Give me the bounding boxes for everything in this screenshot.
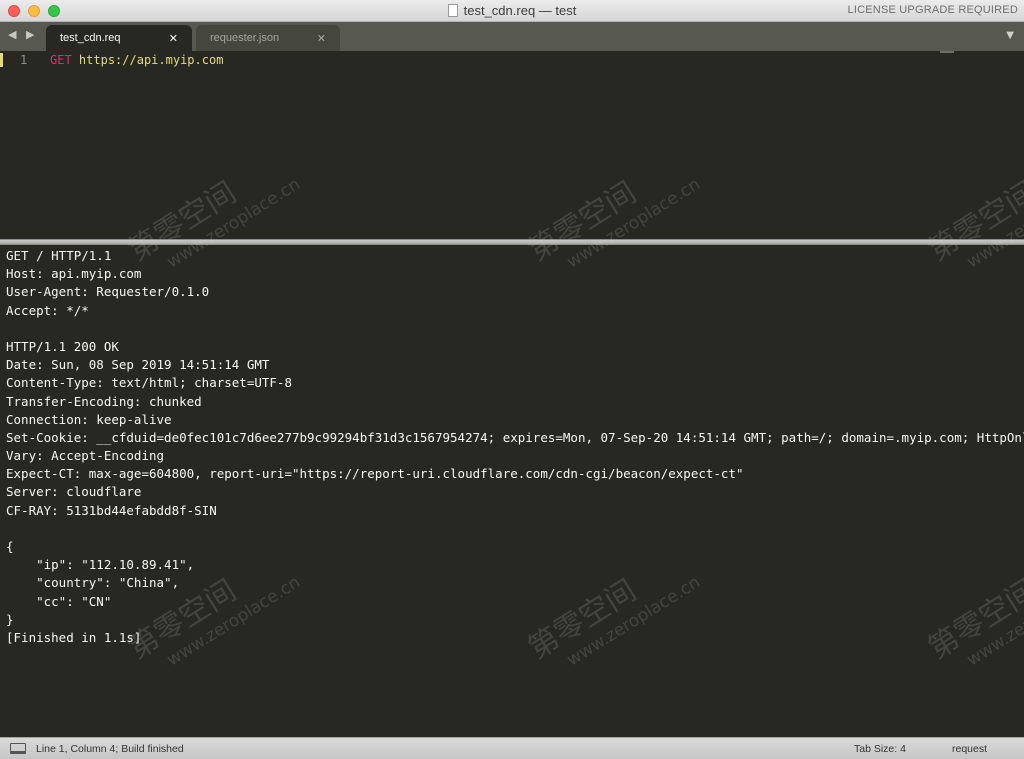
close-icon[interactable]: ✕ — [169, 32, 178, 45]
status-tab-size[interactable]: Tab Size: 4 — [854, 743, 906, 755]
output-line: "cc": "CN" — [6, 593, 112, 609]
output-line: User-Agent: Requester/0.1.0 — [6, 284, 210, 300]
panel-toggle-icon[interactable] — [10, 743, 26, 754]
close-icon[interactable]: ✕ — [317, 32, 326, 45]
output-line: Date: Sun, 08 Sep 2019 14:51:14 GMT — [6, 357, 270, 373]
tab-nav-arrows-icon[interactable]: ◀ ▶ — [8, 28, 37, 41]
output-line: Server: cloudflare — [6, 484, 142, 500]
output-line: { — [6, 539, 14, 554]
output-line: Expect-CT: max-age=604800, report-uri="h… — [6, 466, 744, 482]
status-position: Line 1, Column 4; Build finished — [36, 743, 184, 755]
minimap[interactable] — [940, 51, 954, 53]
editor-pane[interactable]: 1 GET https://api.myip.com — [0, 51, 1024, 239]
chevron-down-icon[interactable]: ▼ — [1006, 30, 1014, 41]
output-line: Content-Type: text/html; charset=UTF-8 — [6, 375, 292, 391]
output-line: Transfer-Encoding: chunked — [6, 393, 202, 409]
http-method: GET — [50, 53, 72, 67]
output-line: "ip": "112.10.89.41", — [6, 557, 195, 573]
request-url: https://api.myip.com — [78, 53, 224, 67]
status-syntax[interactable]: request — [952, 743, 987, 755]
document-icon — [447, 4, 458, 17]
output-line: GET / HTTP/1.1 — [6, 248, 112, 263]
output-line: Vary: Accept-Encoding — [6, 448, 165, 464]
tab-label: test_cdn.req — [60, 32, 121, 44]
window-title-text: test_cdn.req — test — [463, 3, 577, 18]
output-line: Connection: keep-alive — [6, 411, 172, 427]
current-line-marker — [0, 53, 3, 67]
output-line: [Finished in 1.1s] — [6, 629, 142, 645]
tab-bar: ◀ ▶ test_cdn.req ✕ requester.json ✕ ▼ — [0, 22, 1024, 51]
line-number: 1 — [20, 53, 28, 67]
tab-requester-json[interactable]: requester.json ✕ — [196, 25, 340, 51]
output-line: Accept: */* — [6, 302, 89, 318]
output-line: CF-RAY: 5131bd44efabdd8f-SIN — [6, 502, 217, 518]
output-line: } — [6, 611, 14, 627]
license-notice[interactable]: LICENSE UPGRADE REQUIRED — [848, 4, 1018, 16]
title-bar: test_cdn.req — test LICENSE UPGRADE REQU… — [0, 0, 1024, 22]
output-line: Host: api.myip.com — [6, 266, 142, 282]
tab-test-cdn-req[interactable]: test_cdn.req ✕ — [46, 25, 192, 51]
code-line[interactable]: GET https://api.myip.com — [50, 53, 223, 67]
build-output-panel[interactable]: GET / HTTP/1.1 Host: api.myip.com User-Age… — [0, 245, 1024, 737]
output-line: "country": "China", — [6, 575, 180, 591]
tab-label: requester.json — [210, 32, 280, 44]
status-bar: Line 1, Column 4; Build finished Tab Siz… — [0, 737, 1024, 759]
output-line: HTTP/1.1 200 OK — [6, 338, 119, 354]
output-line: Set-Cookie: __cfduid=de0fec101c7d6ee277b… — [6, 429, 1024, 445]
